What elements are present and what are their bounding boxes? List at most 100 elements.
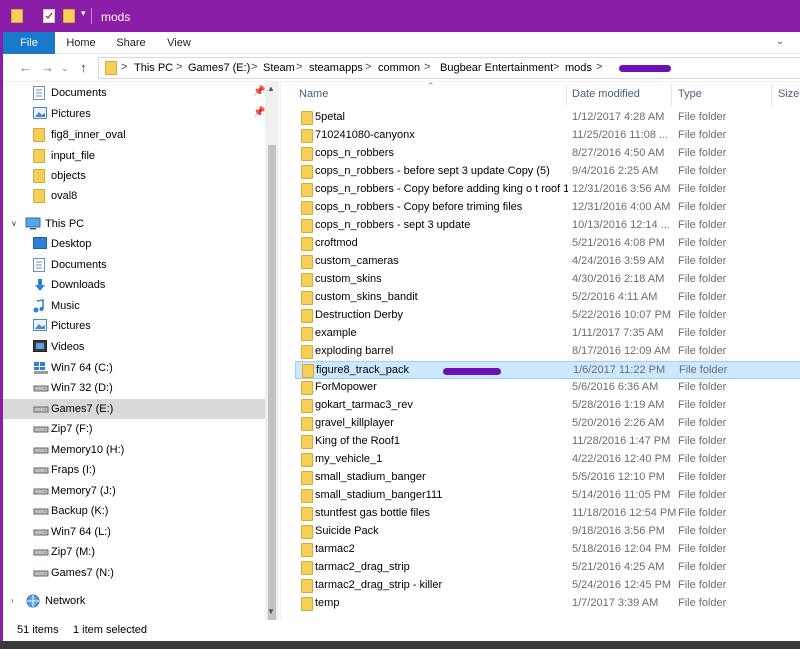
expand-chevron-icon[interactable]: ∨ (11, 219, 17, 228)
desktop-icon (33, 237, 47, 252)
nav-scrollbar[interactable]: ▲ ▼ (265, 82, 279, 620)
nav-item-drive-n[interactable]: Games7 (N:) (3, 563, 265, 583)
nav-item-videos[interactable]: Videos (3, 337, 265, 357)
table-row[interactable]: cops_n_robbers - Copy before adding king… (295, 181, 800, 199)
tab-share[interactable]: Share (111, 32, 151, 54)
breadcrumb-bugbear[interactable]: Bugbear Entertainment (440, 62, 553, 74)
table-row[interactable]: gokart_tarmac3_rev 5/28/2016 1:19 AM File … (295, 397, 800, 415)
forward-arrow-icon[interactable]: → (41, 60, 54, 75)
table-row[interactable]: small_stadium_banger111 5/14/2016 11:05 P… (295, 487, 800, 505)
breadcrumb-separator[interactable]: > (251, 61, 257, 73)
breadcrumb-separator[interactable]: > (365, 61, 371, 73)
nav-item-music[interactable]: Music (3, 296, 265, 316)
table-row[interactable]: cops_n_robbers - Copy before triming fil… (295, 199, 800, 217)
nav-item-oval8[interactable]: oval8 (3, 186, 265, 206)
nav-item-fig8-inner-oval[interactable]: fig8_inner_oval (3, 125, 265, 145)
table-row[interactable]: cops_n_robbers - sept 3 update 10/13/2016… (295, 217, 800, 235)
table-row[interactable]: croftmod 5/21/2016 4:08 PM File folder (295, 235, 800, 253)
table-row[interactable]: small_stadium_banger 5/5/2016 12:10 PM Fil… (295, 469, 800, 487)
nav-item-drive-d[interactable]: Win7 32 (D:) (3, 378, 265, 398)
breadcrumb-separator[interactable]: > (424, 61, 430, 73)
column-header-name[interactable]: Name (299, 88, 328, 100)
table-row-selected[interactable]: figure8_track_pack 1/6/2017 11:22 PM File … (295, 361, 800, 379)
table-row[interactable]: cops_n_robbers 8/27/2016 4:50 AM File fold… (295, 145, 800, 163)
folder-icon (301, 579, 313, 596)
nav-item-drive-c[interactable]: Win7 64 (C:) (3, 358, 265, 378)
column-header-date[interactable]: Date modified (572, 88, 640, 100)
table-row[interactable]: tarmac2_drag_strip 5/21/2016 4:25 AM File … (295, 559, 800, 577)
nav-item-downloads[interactable]: Downloads (3, 275, 265, 295)
breadcrumb-separator[interactable]: > (121, 61, 127, 73)
nav-item-drive-l[interactable]: Win7 64 (L:) (3, 522, 265, 542)
column-header-size[interactable]: Size (778, 88, 799, 100)
nav-item-drive-k[interactable]: Backup (K:) (3, 501, 265, 521)
up-arrow-icon[interactable]: ↑ (80, 60, 87, 75)
recent-locations-icon[interactable]: ⌄ (61, 63, 69, 74)
table-row[interactable]: tarmac2 5/18/2016 12:04 PM File folder (295, 541, 800, 559)
breadcrumb-separator[interactable]: > (553, 61, 559, 73)
table-row[interactable]: gravel_killplayer 5/20/2016 2:26 AM File f… (295, 415, 800, 433)
table-row[interactable]: King of the Roof1 11/28/2016 1:47 PM File … (295, 433, 800, 451)
tab-view[interactable]: View (159, 32, 199, 54)
nav-item-objects[interactable]: objects (3, 166, 265, 186)
table-row[interactable]: custom_skins_bandit 5/2/2016 4:11 AM File … (295, 289, 800, 307)
table-row[interactable]: Suicide Pack 9/18/2016 3:56 PM File folder (295, 523, 800, 541)
nav-item-pictures-quick[interactable]: Pictures 📌 (3, 104, 265, 124)
folder-icon (33, 149, 45, 166)
scroll-up-arrow-icon[interactable]: ▲ (267, 84, 275, 93)
folder-icon (301, 381, 313, 398)
nav-item-this-pc[interactable]: ∨ This PC (3, 214, 265, 234)
breadcrumb-this-pc[interactable]: This PC (134, 62, 173, 74)
nav-item-drive-h[interactable]: Memory10 (H:) (3, 440, 265, 460)
nav-item-network[interactable]: › Network (3, 591, 265, 611)
breadcrumb-steam[interactable]: Steam (263, 62, 295, 74)
folder-icon (33, 169, 45, 186)
address-bar[interactable]: > This PC > Games7 (E:) > Steam > steama… (98, 57, 800, 79)
breadcrumb-separator[interactable]: > (596, 61, 602, 73)
nav-item-drive-e[interactable]: Games7 (E:) (3, 399, 265, 419)
customize-toolbar-icon[interactable]: ▾ (81, 8, 86, 19)
column-header-type[interactable]: Type (678, 88, 702, 100)
table-row[interactable]: custom_cameras 4/24/2016 3:59 AM File fold… (295, 253, 800, 271)
table-row[interactable]: example 1/11/2017 7:35 AM File folder (295, 325, 800, 343)
navigation-pane: Documents 📌 Pictures 📌 fig8_inner_oval i… (3, 82, 281, 620)
nav-item-drive-j[interactable]: Memory7 (J:) (3, 481, 265, 501)
nav-item-drive-i[interactable]: Fraps (I:) (3, 460, 265, 480)
pin-icon[interactable]: 📌 (253, 107, 265, 118)
nav-item-input-file[interactable]: input_file (3, 146, 265, 166)
breadcrumb-common[interactable]: common (378, 62, 420, 74)
nav-item-drive-m[interactable]: Zip7 (M:) (3, 542, 265, 562)
new-folder-icon[interactable] (63, 9, 75, 26)
breadcrumb-mods[interactable]: mods (565, 62, 592, 74)
table-row[interactable]: tarmac2_drag_strip - killer 5/24/2016 12:… (295, 577, 800, 595)
table-row[interactable]: custom_skins 4/30/2016 2:18 AM File folder (295, 271, 800, 289)
back-arrow-icon[interactable]: ← (19, 60, 32, 75)
nav-item-documents-quick[interactable]: Documents 📌 (3, 83, 265, 103)
properties-icon[interactable] (43, 9, 55, 26)
nav-item-drive-f[interactable]: Zip7 (F:) (3, 419, 265, 439)
tab-file[interactable]: File (3, 32, 55, 54)
table-row[interactable]: ForMopower 5/6/2016 6:36 AM File folder (295, 379, 800, 397)
table-row[interactable]: temp 1/7/2017 3:39 AM File folder (295, 595, 800, 613)
breadcrumb-steamapps[interactable]: steamapps (309, 62, 363, 74)
nav-item-desktop[interactable]: Desktop (3, 234, 265, 254)
scroll-thumb[interactable] (268, 145, 276, 620)
tab-home[interactable]: Home (61, 32, 101, 54)
nav-item-pictures[interactable]: Pictures (3, 316, 265, 336)
nav-item-documents[interactable]: Documents (3, 255, 265, 275)
folder-icon (11, 9, 23, 26)
table-row[interactable]: 5petal 1/12/2017 4:28 AM File folder (295, 109, 800, 127)
breadcrumb-games7[interactable]: Games7 (E:) (188, 62, 250, 74)
breadcrumb-separator[interactable]: > (296, 61, 302, 73)
table-row[interactable]: my_vehicle_1 4/22/2016 12:40 PM File folde… (295, 451, 800, 469)
expand-ribbon-icon[interactable]: ⌄ (776, 36, 784, 47)
expand-chevron-icon[interactable]: › (11, 596, 14, 605)
table-row[interactable]: Destruction Derby 5/22/2016 10:07 PM File … (295, 307, 800, 325)
pin-icon[interactable]: 📌 (253, 86, 265, 97)
table-row[interactable]: 710241080-canyonx 11/25/2016 11:08 ... Fil… (295, 127, 800, 145)
scroll-down-arrow-icon[interactable]: ▼ (267, 607, 275, 616)
table-row[interactable]: cops_n_robbers - before sept 3 update Co… (295, 163, 800, 181)
table-row[interactable]: exploding barrel 8/17/2016 12:09 AM File f… (295, 343, 800, 361)
table-row[interactable]: stuntfest gas bottle files 11/18/2016 12:… (295, 505, 800, 523)
breadcrumb-separator[interactable]: > (176, 61, 182, 73)
